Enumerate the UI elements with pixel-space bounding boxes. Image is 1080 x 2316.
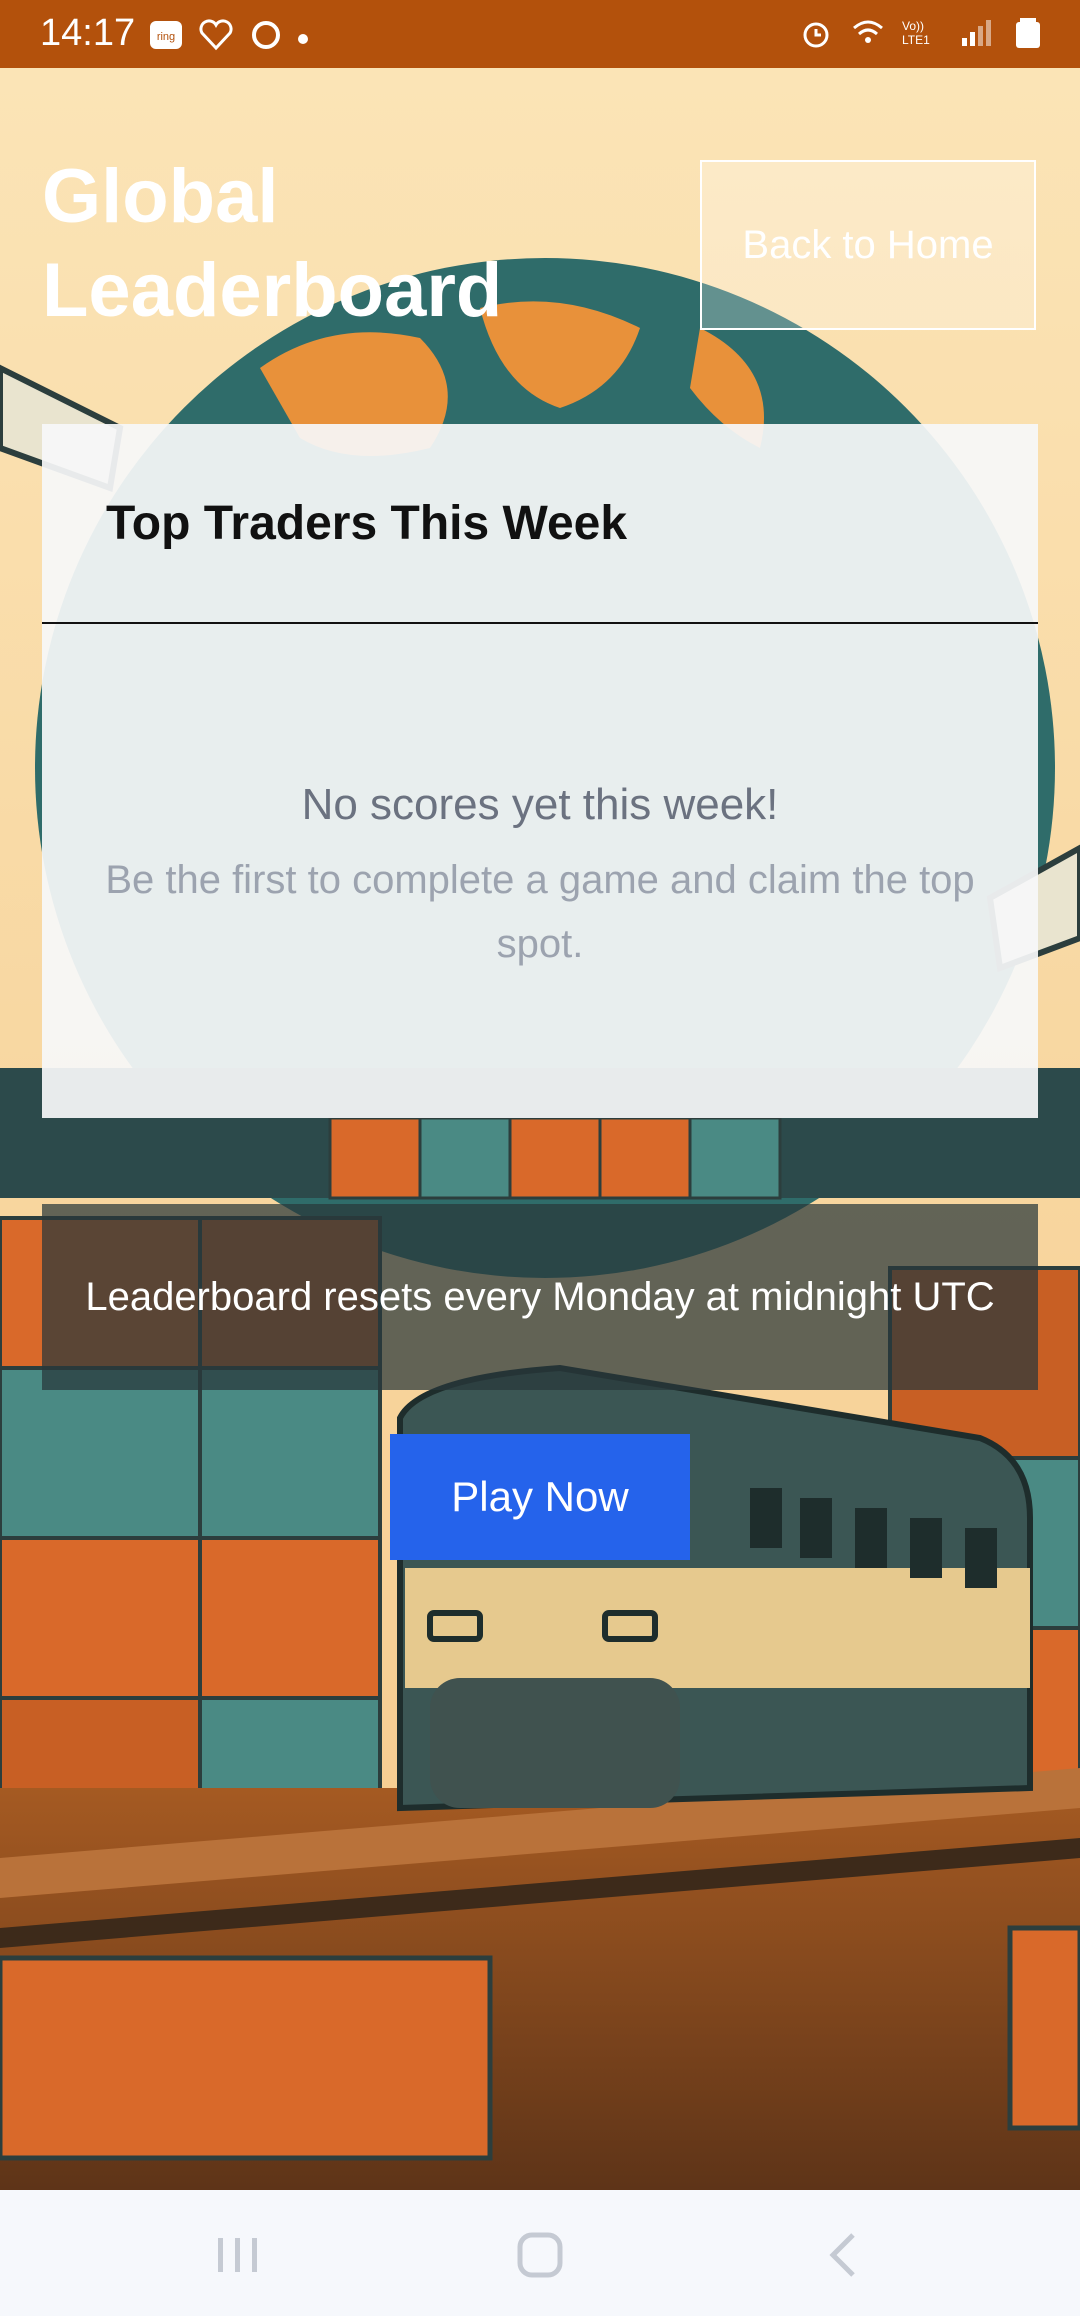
- svg-text:ring: ring: [157, 31, 175, 43]
- page-title: Global Leaderboard: [42, 154, 503, 333]
- card-header: Top Traders This Week: [42, 424, 1038, 624]
- play-now-button[interactable]: Play Now: [390, 1434, 690, 1560]
- card-title: Top Traders This Week: [106, 496, 628, 550]
- leaderboard-card: Top Traders This Week No scores yet this…: [42, 424, 1038, 1118]
- notification-dot-icon: [298, 34, 308, 44]
- status-bar: 14:17 ring Vo)) LTE1: [0, 0, 1080, 68]
- ring-app-icon: ring: [150, 21, 182, 49]
- reset-notice-banner: Leaderboard resets every Monday at midni…: [42, 1204, 1038, 1390]
- wifi-icon: [853, 20, 883, 43]
- alarm-icon: [803, 22, 829, 48]
- volte-icon: Vo)) LTE1: [902, 19, 930, 47]
- status-time: 14:17: [40, 12, 136, 54]
- heart-app-icon: [199, 19, 233, 51]
- reset-notice-text: Leaderboard resets every Monday at midni…: [85, 1275, 995, 1319]
- signal-icon: [962, 20, 991, 46]
- back-to-home-button[interactable]: Back to Home: [700, 160, 1036, 330]
- empty-state-subtitle: Be the first to complete a game and clai…: [105, 858, 975, 966]
- status-left-icons: ring: [148, 18, 308, 52]
- navigation-bar: [0, 2190, 1080, 2316]
- circle-app-icon: [252, 21, 280, 49]
- back-icon[interactable]: [815, 2230, 875, 2280]
- home-icon[interactable]: [510, 2230, 570, 2280]
- battery-icon: [1016, 18, 1040, 48]
- background-illustration: [0, 68, 1080, 2190]
- recents-icon[interactable]: [208, 2230, 268, 2280]
- empty-state-title: No scores yet this week!: [301, 780, 779, 829]
- status-right-icons: Vo)) LTE1: [798, 16, 1046, 50]
